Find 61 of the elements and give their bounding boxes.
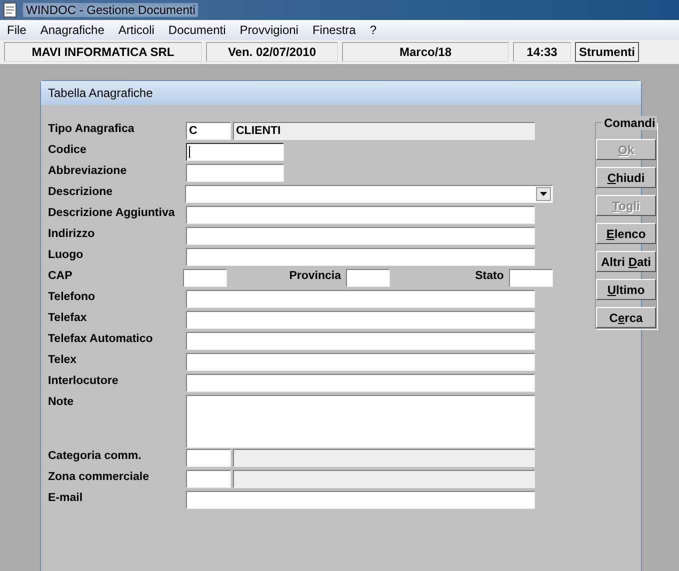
input-field[interactable] (346, 269, 390, 287)
field-label: E-mail (48, 491, 84, 506)
command-button[interactable]: Cerca (596, 307, 656, 328)
field-value: C (189, 125, 198, 137)
command-button[interactable]: Ultimo (596, 279, 656, 300)
menu-item[interactable]: Finestra (305, 23, 363, 37)
menu-item[interactable]: ? (362, 23, 384, 37)
app-icon (3, 2, 17, 18)
tools-button[interactable]: Strumenti (575, 42, 640, 62)
field-label: Note (48, 395, 75, 410)
input-field[interactable] (186, 449, 231, 467)
field-label: Stato (474, 269, 505, 284)
field-label: Telefax (48, 311, 88, 326)
command-button[interactable]: Altri Dati (596, 251, 656, 272)
text-cursor (189, 146, 190, 158)
command-button[interactable]: Elenco (596, 223, 656, 244)
menu-item[interactable]: Provvigioni (232, 23, 306, 37)
menu-item[interactable]: Anagrafiche (33, 23, 112, 37)
input-field[interactable] (183, 269, 228, 287)
field-label: Interlocutore (48, 374, 120, 389)
field-label: Indirizzo (48, 227, 96, 242)
input-field[interactable] (186, 374, 535, 392)
status-panel: Marco/18 (342, 42, 509, 62)
field-label: Telefono (48, 290, 96, 305)
dialog-title: Tabella Anagrafiche (48, 86, 153, 100)
menu-item[interactable]: File (0, 23, 34, 37)
input-field[interactable] (186, 353, 535, 371)
field-label: Telex (48, 353, 78, 368)
field-label: Codice (48, 143, 88, 158)
input-field[interactable] (186, 491, 535, 509)
input-field[interactable] (508, 269, 553, 287)
input-field[interactable] (186, 164, 284, 182)
input-field[interactable] (186, 470, 231, 488)
field-label: Provincia (288, 269, 342, 284)
field-label: Categoria comm. (48, 449, 142, 464)
input-field[interactable] (186, 290, 535, 308)
input-field[interactable] (186, 248, 535, 266)
dropdown-field[interactable] (185, 185, 553, 203)
input-field[interactable] (186, 143, 284, 161)
text-area[interactable] (186, 395, 535, 448)
status-panel: MAVI INFORMATICA SRL (4, 42, 202, 62)
field-label: Zona commerciale (48, 470, 150, 485)
input-field[interactable]: C (186, 122, 231, 140)
field-value: CLIENTI (236, 125, 281, 137)
input-field[interactable] (186, 311, 535, 329)
input-field[interactable] (186, 206, 535, 224)
field-label: Descrizione Aggiuntiva (48, 206, 176, 221)
status-panel: 14:33 (513, 42, 571, 62)
menu-item[interactable]: Articoli (111, 23, 162, 37)
status-panel: Ven. 02/07/2010 (206, 42, 338, 62)
field-label: Abbreviazione (48, 164, 128, 179)
group-title: Comandi (602, 116, 658, 130)
field-label: Luogo (48, 248, 84, 263)
menu-item[interactable]: Documenti (161, 23, 233, 37)
field-label: CAP (48, 269, 74, 284)
field-label: Descrizione (48, 185, 114, 200)
input-field[interactable] (186, 227, 535, 245)
field-label: Telefax Automatico (48, 332, 154, 347)
field-label: Tipo Anagrafica (48, 122, 136, 137)
command-button[interactable]: Chiudi (596, 167, 656, 188)
input-field[interactable] (186, 332, 535, 350)
